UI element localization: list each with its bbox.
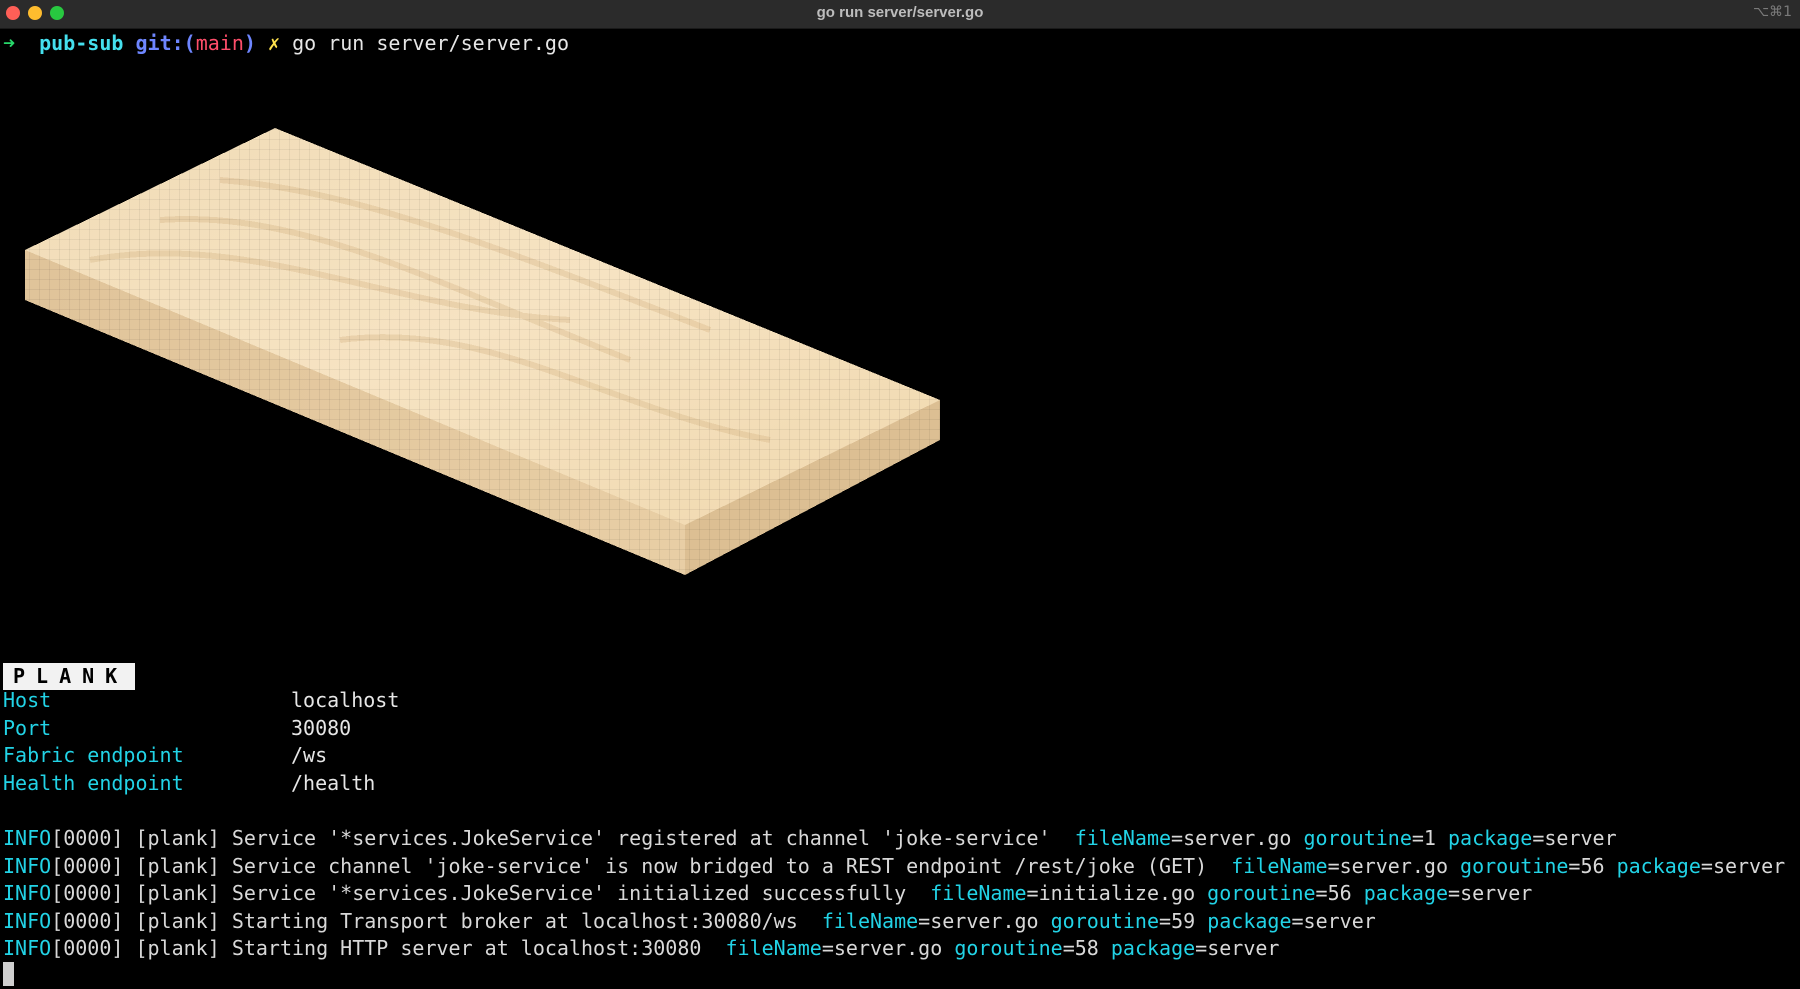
log-level: INFO: [3, 826, 52, 850]
log-field-key: package: [1207, 908, 1292, 933]
log-field-key: fileName: [1231, 853, 1328, 878]
log-tag: [plank]: [135, 936, 220, 960]
log-field-key: fileName: [1074, 826, 1172, 850]
log-field-value: 58: [1074, 936, 1099, 960]
prompt-arrow-icon: ➜: [3, 31, 16, 55]
log-field-key: goroutine: [1303, 826, 1412, 850]
terminal-window: go run server/server.go ⌥⌘1 ➜ pub-sub gi…: [0, 0, 1800, 989]
log-code: [0000]: [51, 881, 124, 905]
prompt-directory: pub-sub: [39, 31, 124, 55]
log-level: INFO: [3, 881, 52, 905]
log-tag: [plank]: [135, 853, 220, 878]
terminal-cursor[interactable]: [3, 962, 14, 986]
log-field-key: fileName: [821, 908, 919, 933]
window-title: go run server/server.go: [816, 4, 984, 21]
log-field-value: 59: [1171, 908, 1196, 933]
log-tag: [plank]: [135, 826, 220, 850]
log-tag: [plank]: [135, 881, 220, 905]
log-line: INFO[0000] [plank] Starting HTTP server …: [3, 936, 1280, 960]
config-value-port: 30080: [291, 715, 352, 740]
log-message: Service '*services.JokeService' initiali…: [231, 881, 907, 905]
config-key-fabric-endpoint: Fabric endpoint: [3, 743, 184, 767]
log-field-key: fileName: [930, 881, 1027, 905]
log-field-value: server: [1544, 826, 1617, 850]
log-message: Starting HTTP server at localhost:30080: [231, 936, 702, 960]
git-suffix: ): [243, 31, 256, 55]
log-field-value: server.go: [833, 936, 943, 960]
config-value-fabric-endpoint: /ws: [291, 743, 328, 767]
log-field-key: package: [1448, 826, 1533, 850]
config-key-port: Port: [3, 715, 52, 740]
terminal-output[interactable]: ➜ pub-sub git:(main) ✗ go run server/ser…: [0, 28, 1800, 989]
git-dirty-icon: ✗: [267, 31, 281, 55]
log-field-value: 56: [1327, 881, 1352, 905]
log-line: INFO[0000] [plank] Starting Transport br…: [3, 908, 1376, 933]
command-prompt-line: ➜ pub-sub git:(main) ✗ go run server/ser…: [3, 30, 569, 58]
plank-banner: PLANK: [3, 663, 136, 690]
log-field-value: 56: [1580, 853, 1605, 878]
config-value-host: localhost: [291, 688, 400, 712]
log-field-value: server: [1303, 908, 1376, 933]
log-field-value: initialize.go: [1038, 881, 1196, 905]
log-code: [0000]: [51, 936, 124, 960]
log-message: Service channel 'joke-service' is now br…: [231, 853, 1208, 878]
log-field-key: fileName: [725, 936, 822, 960]
log-field-value: server.go: [1183, 826, 1292, 850]
config-value-health-endpoint: /health: [291, 770, 376, 795]
git-branch: main: [195, 31, 244, 55]
log-field-key: goroutine: [1207, 881, 1316, 905]
log-field-key: goroutine: [1050, 908, 1160, 933]
log-field-key: package: [1363, 881, 1449, 905]
config-key-host: Host: [3, 688, 52, 712]
log-field-value: server: [1460, 881, 1533, 905]
log-field-key: package: [1616, 853, 1701, 878]
log-level: INFO: [3, 853, 52, 878]
window-shortcut: ⌥⌘1: [1752, 4, 1792, 20]
log-level: INFO: [3, 936, 52, 960]
plank-logo-image: [10, 110, 960, 655]
log-code: [0000]: [51, 826, 124, 850]
log-field-value: server.go: [1339, 853, 1448, 878]
log-line: INFO[0000] [plank] Service '*services.Jo…: [3, 881, 1533, 905]
git-prefix: git:(: [135, 31, 196, 55]
log-field-key: goroutine: [1460, 853, 1569, 878]
log-level: INFO: [3, 908, 52, 933]
log-line: INFO[0000] [plank] Service channel 'joke…: [3, 853, 1786, 878]
log-field-key: package: [1110, 936, 1196, 960]
log-line: INFO[0000] [plank] Service '*services.Jo…: [3, 826, 1617, 850]
log-field-value: server: [1712, 853, 1786, 878]
log-message: Starting Transport broker at localhost:3…: [231, 908, 798, 933]
config-key-health-endpoint: Health endpoint: [3, 770, 184, 795]
log-tag: [plank]: [135, 908, 220, 933]
log-field-value: server.go: [930, 908, 1039, 933]
log-field-value: server: [1207, 936, 1280, 960]
log-code: [0000]: [51, 853, 124, 878]
log-message: Service '*services.JokeService' register…: [231, 826, 1051, 850]
command-text: go run server/server.go: [292, 31, 570, 55]
log-field-value: 1: [1423, 826, 1436, 850]
log-field-key: goroutine: [954, 936, 1063, 960]
title-bar: go run server/server.go ⌥⌘1: [0, 0, 1800, 29]
log-code: [0000]: [51, 908, 124, 933]
